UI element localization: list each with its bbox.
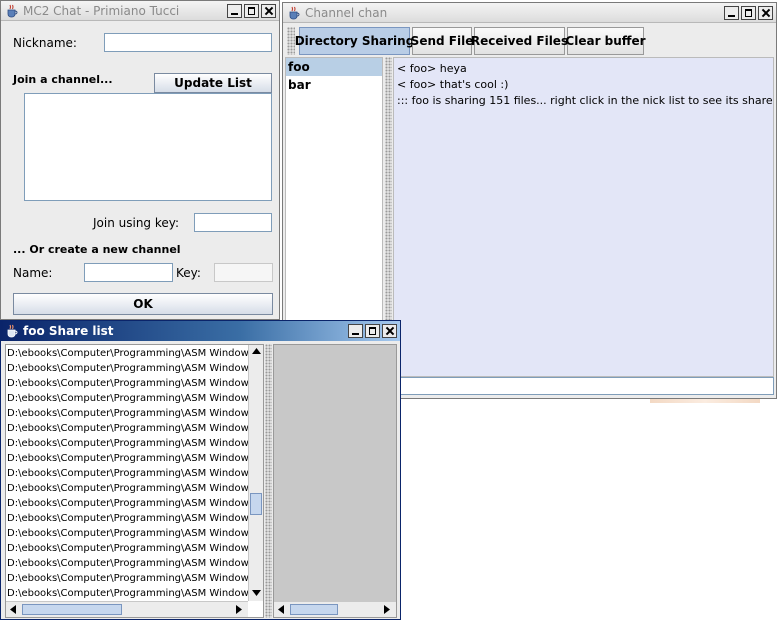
share-file-row[interactable]: D:\ebooks\Computer\Programming\ASM Windo… [6, 391, 248, 406]
chat-message: < foo> heya [397, 62, 467, 75]
share-file-row[interactable]: D:\ebooks\Computer\Programming\ASM Windo… [6, 571, 248, 586]
maximize-icon[interactable] [741, 5, 756, 20]
main-window-title: MC2 Chat - Primiano Tucci [23, 3, 180, 18]
share-file-row[interactable]: D:\ebooks\Computer\Programming\ASM Windo… [6, 406, 248, 421]
ok-button[interactable]: OK [13, 293, 273, 315]
share-split-divider[interactable] [265, 344, 272, 618]
share-detail-horizontal-scrollbar[interactable] [274, 601, 396, 617]
java-cup-icon [7, 324, 18, 338]
send-file-button[interactable]: Send File [411, 27, 473, 55]
share-list-horizontal-scrollbar[interactable] [6, 601, 248, 617]
received-files-button[interactable]: Received Files [471, 27, 568, 55]
share-file-row[interactable]: D:\ebooks\Computer\Programming\ASM Windo… [6, 586, 248, 601]
chat-input[interactable] [393, 377, 774, 395]
minimize-icon[interactable] [348, 324, 363, 338]
share-list-window: foo Share list D:\ebooks\Computer\Progra… [0, 320, 401, 620]
channel-window-titlebar[interactable]: Channel chan [283, 3, 776, 23]
java-cup-icon [7, 4, 18, 17]
share-file-list[interactable]: D:\ebooks\Computer\Programming\ASM Windo… [5, 344, 264, 618]
scroll-arrow-icon[interactable] [10, 605, 16, 614]
share-file-row[interactable]: D:\ebooks\Computer\Programming\ASM Windo… [6, 541, 248, 556]
channel-name-input[interactable] [84, 263, 173, 282]
share-file-row[interactable]: D:\ebooks\Computer\Programming\ASM Windo… [6, 361, 248, 376]
share-window-title: foo Share list [23, 324, 114, 338]
share-detail-pane[interactable] [273, 344, 397, 618]
join-channel-label: Join a channel... [13, 73, 113, 86]
maximize-icon[interactable] [244, 3, 259, 18]
clear-buffer-button[interactable]: Clear buffer [565, 27, 646, 55]
chat-message: < foo> that's cool :) [397, 78, 509, 91]
scroll-arrow-icon[interactable] [252, 348, 261, 354]
share-file-row[interactable]: D:\ebooks\Computer\Programming\ASM Windo… [6, 376, 248, 391]
share-file-row[interactable]: D:\ebooks\Computer\Programming\ASM Windo… [6, 511, 248, 526]
nickname-label: Nickname: [13, 36, 77, 50]
background-window-fragment [650, 399, 760, 403]
nickname-input[interactable] [104, 33, 272, 52]
create-channel-label: ... Or create a new channel [13, 243, 181, 256]
scroll-arrow-icon[interactable] [384, 605, 390, 614]
share-file-row[interactable]: D:\ebooks\Computer\Programming\ASM Windo… [6, 556, 248, 571]
channel-key-label: Key: [176, 266, 201, 280]
share-file-row[interactable]: D:\ebooks\Computer\Programming\ASM Windo… [6, 526, 248, 541]
main-window-titlebar[interactable]: MC2 Chat - Primiano Tucci [1, 1, 279, 21]
join-key-label: Join using key: [93, 216, 180, 230]
minimize-icon[interactable] [724, 5, 739, 20]
share-list-vertical-scrollbar[interactable] [248, 345, 263, 601]
nick-list-item[interactable]: foo [286, 58, 382, 76]
close-icon[interactable] [758, 5, 773, 20]
share-file-row[interactable]: D:\ebooks\Computer\Programming\ASM Windo… [6, 421, 248, 436]
vertical-scroll-thumb[interactable] [250, 493, 262, 515]
share-file-row[interactable]: D:\ebooks\Computer\Programming\ASM Windo… [6, 346, 248, 361]
channel-window-title: Channel chan [305, 5, 388, 20]
horizontal-scroll-thumb[interactable] [22, 604, 122, 615]
minimize-icon[interactable] [227, 3, 242, 18]
close-icon[interactable] [382, 324, 397, 338]
join-key-input[interactable] [194, 213, 272, 232]
main-chat-window: MC2 Chat - Primiano Tucci Nickname: Join… [0, 0, 280, 320]
share-file-row[interactable]: D:\ebooks\Computer\Programming\ASM Windo… [6, 481, 248, 496]
channel-key-input[interactable] [214, 263, 273, 282]
share-file-row[interactable]: D:\ebooks\Computer\Programming\ASM Windo… [6, 496, 248, 511]
share-file-row[interactable]: D:\ebooks\Computer\Programming\ASM Windo… [6, 436, 248, 451]
directory-sharing-button[interactable]: Directory Sharing [295, 27, 414, 55]
channel-name-label: Name: [13, 266, 53, 280]
scroll-arrow-icon[interactable] [236, 605, 242, 614]
java-cup-icon [289, 6, 300, 19]
close-icon[interactable] [261, 3, 276, 18]
scroll-arrow-icon[interactable] [252, 590, 261, 596]
detail-horizontal-scroll-thumb[interactable] [290, 604, 338, 615]
channel-list[interactable] [24, 93, 272, 201]
share-file-row[interactable]: D:\ebooks\Computer\Programming\ASM Windo… [6, 466, 248, 481]
share-file-row[interactable]: D:\ebooks\Computer\Programming\ASM Windo… [6, 451, 248, 466]
chat-message: ::: foo is sharing 151 files... right cl… [397, 94, 773, 107]
scroll-arrow-icon[interactable] [278, 605, 284, 614]
chat-messages[interactable]: < foo> heya < foo> that's cool :) ::: fo… [393, 57, 774, 377]
maximize-icon[interactable] [365, 324, 380, 338]
share-window-titlebar[interactable]: foo Share list [1, 321, 400, 341]
nick-list-item[interactable]: bar [286, 76, 382, 94]
update-list-button[interactable]: Update List [154, 73, 272, 93]
